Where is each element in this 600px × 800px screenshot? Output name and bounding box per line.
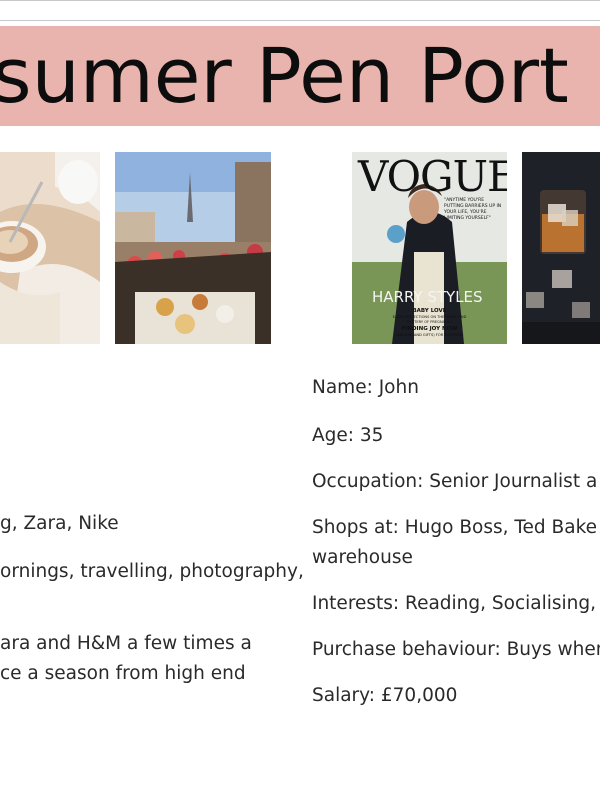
vogue-cover-name: HARRY STYLES bbox=[372, 288, 483, 306]
page-title: sumer Pen Port bbox=[0, 31, 569, 120]
vogue-coverline-2: FINDING JOY NOW bbox=[401, 326, 458, 332]
paris-balcony-photo bbox=[115, 152, 271, 344]
whiskey-drink-photo bbox=[522, 152, 600, 344]
whiskey-drink-art bbox=[522, 152, 600, 344]
coffee-photo bbox=[0, 152, 100, 344]
left-interests-text: ornings, travelling, photography, bbox=[0, 561, 304, 582]
coffee-photo-art bbox=[0, 152, 100, 344]
top-divider bbox=[0, 0, 600, 1]
name-field: Name: John bbox=[312, 377, 419, 398]
shops-field: Shops at: Hugo Boss, Ted Bake bbox=[312, 517, 598, 538]
salary-field: Salary: £70,000 bbox=[312, 685, 458, 706]
occupation-field: Occupation: Senior Journalist a bbox=[312, 471, 598, 492]
vogue-coverline-1-sub: EARLY REFLECTIONS ON THE MAGIC AND MYSTE… bbox=[392, 315, 467, 324]
vogue-coverline-1: BABY LOVE bbox=[412, 308, 447, 314]
title-banner: sumer Pen Port bbox=[0, 26, 600, 126]
left-shops-text: g, Zara, Nike bbox=[0, 513, 119, 534]
purchase-behaviour-field: Purchase behaviour: Buys when bbox=[312, 639, 600, 660]
left-purchase-text-2: ce a season from high end bbox=[0, 663, 246, 684]
paris-balcony-art bbox=[115, 152, 271, 344]
vogue-cover-photo: VOGUE "ANYTIME YOU'RE PUTTING BARRIERS U… bbox=[352, 152, 507, 344]
shops-field-continued: warehouse bbox=[312, 547, 413, 568]
age-field: Age: 35 bbox=[312, 425, 384, 446]
vogue-masthead: VOGUE bbox=[358, 152, 507, 201]
left-purchase-text-1: ara and H&M a few times a bbox=[0, 633, 252, 654]
vogue-quote: "ANYTIME YOU'RE PUTTING BARRIERS UP IN Y… bbox=[444, 198, 502, 221]
slide-page: sumer Pen Port VOGUE "ANYTIME YOU'RE PUT… bbox=[0, 0, 600, 800]
top-divider-2 bbox=[0, 20, 600, 21]
interests-field: Interests: Reading, Socialising, bbox=[312, 593, 597, 614]
vogue-coverline-2-sub: FASHION (AND GIFTS) FOR EVERYONE bbox=[395, 333, 464, 337]
